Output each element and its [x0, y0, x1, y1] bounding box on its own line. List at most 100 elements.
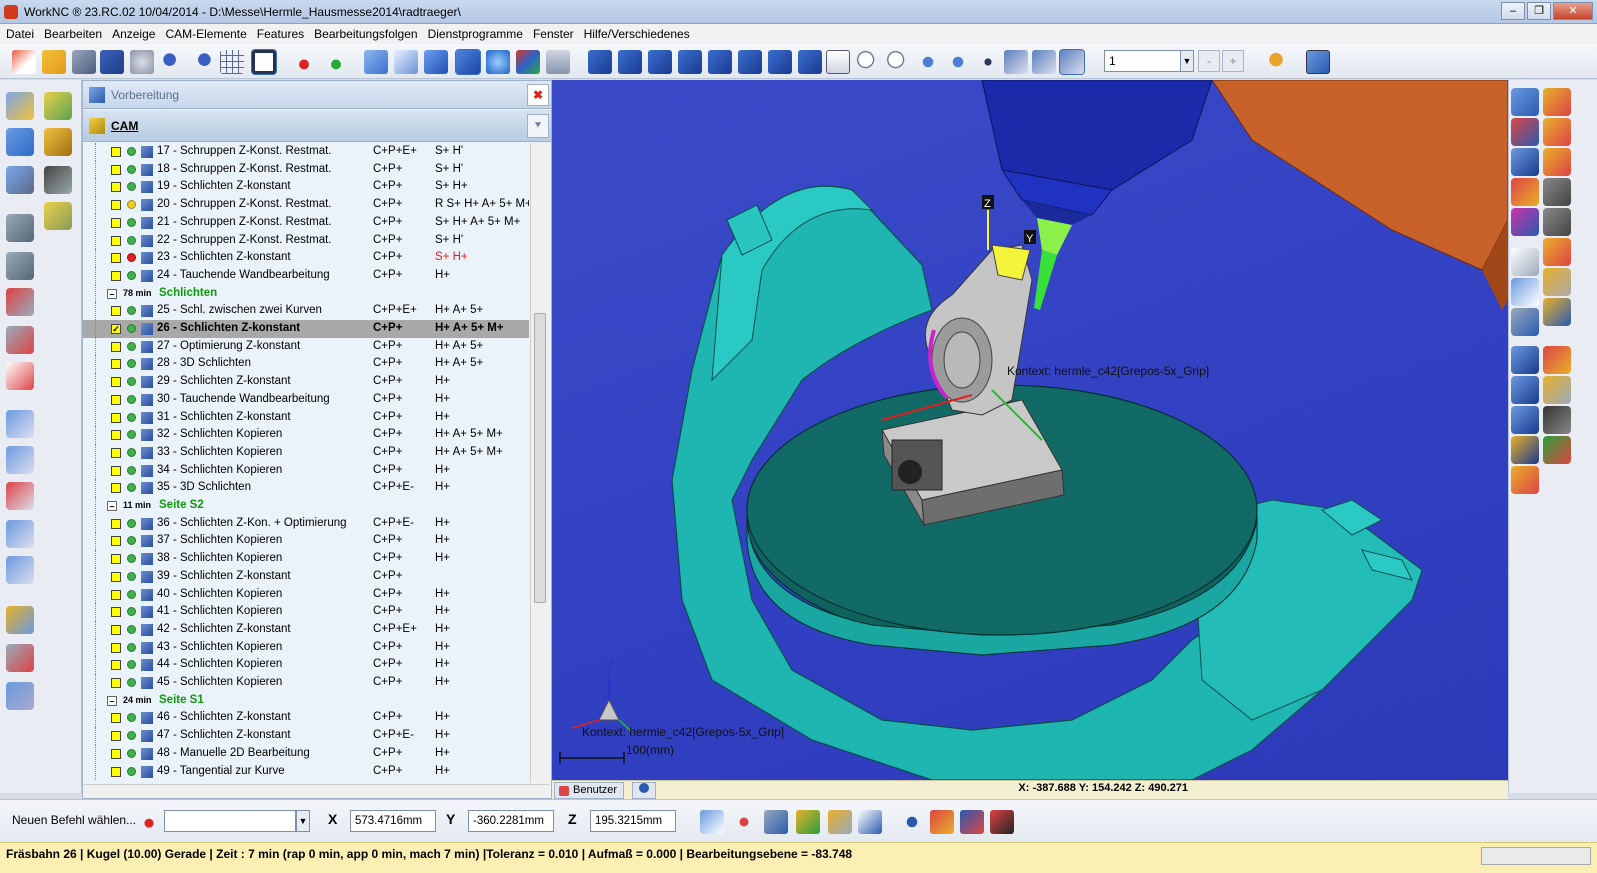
- maximize-button[interactable]: ❐: [1527, 2, 1551, 20]
- select-icon[interactable]: [700, 810, 724, 834]
- tree-horizontal-scrollbar[interactable]: [83, 784, 549, 798]
- menu-dienstprogramme[interactable]: Dienstprogramme: [428, 27, 523, 41]
- spin-minus-button[interactable]: -: [1198, 50, 1220, 72]
- tree-row[interactable]: 30 - Tauchende Wandbearbeitung C+P+ H+: [83, 390, 529, 409]
- a-tool-icon[interactable]: [6, 520, 34, 548]
- r-edit-4-icon[interactable]: [1543, 238, 1571, 266]
- scrollbar-thumb[interactable]: [534, 313, 546, 603]
- tree-row[interactable]: 22 - Schruppen Z-Konst. Restmat. C+P+ S+ H…: [83, 231, 529, 250]
- row-checkbox[interactable]: [111, 147, 121, 157]
- dimension-icon[interactable]: [858, 810, 882, 834]
- solid-1-icon[interactable]: [6, 214, 34, 242]
- tree-row[interactable]: 27 - Optimierung Z-konstant C+P+ H+ A+ 5+: [83, 337, 529, 356]
- curve-icon[interactable]: [6, 166, 34, 194]
- solid-4-icon[interactable]: [6, 288, 34, 316]
- tree-row[interactable]: 18 - Schruppen Z-Konst. Restmat. C+P+ S+ H…: [83, 160, 529, 179]
- r-edit-1-icon[interactable]: [1543, 88, 1571, 116]
- view-back-icon[interactable]: [738, 50, 762, 74]
- open-folder-icon[interactable]: [42, 50, 66, 74]
- tab-view-2[interactable]: [632, 782, 656, 799]
- command-input[interactable]: [164, 810, 296, 832]
- laptop-icon[interactable]: [44, 166, 72, 194]
- collapse-icon[interactable]: –: [107, 288, 117, 299]
- sphere-icon[interactable]: [486, 50, 510, 74]
- view-front-icon[interactable]: [708, 50, 732, 74]
- row-checkbox[interactable]: [111, 607, 121, 618]
- x-coordinate-input[interactable]: 573.4716mm: [350, 810, 436, 832]
- r-tool-icon[interactable]: [6, 482, 34, 510]
- row-checkbox[interactable]: [111, 430, 121, 441]
- tree-row[interactable]: 28 - 3D Schlichten C+P+ H+ A+ 5+: [83, 355, 529, 374]
- row-checkbox[interactable]: [111, 359, 121, 370]
- view-iso-1-icon[interactable]: [588, 50, 612, 74]
- r-chart-icon[interactable]: [1511, 278, 1539, 306]
- row-checkbox[interactable]: [111, 447, 121, 458]
- row-checkbox[interactable]: [111, 164, 121, 175]
- new-file-icon[interactable]: [12, 50, 36, 74]
- toolpath-new-icon[interactable]: [44, 128, 72, 156]
- row-checkbox[interactable]: [111, 660, 121, 671]
- row-checkbox[interactable]: [111, 200, 121, 211]
- menu-datei[interactable]: Datei: [6, 27, 34, 41]
- row-checkbox[interactable]: [111, 766, 121, 777]
- view-iso-2-icon[interactable]: [618, 50, 642, 74]
- row-checkbox[interactable]: [111, 536, 121, 547]
- row-checkbox[interactable]: [111, 518, 121, 529]
- tree-row[interactable]: 20 - Schruppen Z-Konst. Restmat. C+P+ R S+…: [83, 196, 529, 214]
- r-erase-icon[interactable]: [1511, 248, 1539, 276]
- axis-icon[interactable]: [292, 50, 316, 74]
- r-edit-2-icon[interactable]: [1543, 118, 1571, 146]
- r-cube-4-icon[interactable]: [1511, 178, 1539, 206]
- row-checkbox[interactable]: [111, 678, 121, 688]
- r-cube-5-icon[interactable]: [1511, 208, 1539, 236]
- shaded-cube-icon[interactable]: [424, 50, 448, 74]
- zoom-icon[interactable]: [886, 50, 910, 74]
- tree-row[interactable]: ✓ 26 - Schlichten Z-konstant C+P+ H+ A+ 5+ …: [83, 320, 529, 338]
- row-checkbox[interactable]: [111, 341, 121, 352]
- color-cube-icon[interactable]: [516, 50, 540, 74]
- 3d-viewport[interactable]: Z Y Kontext: hermle_c42[Grepos-5x_Grip] …: [552, 80, 1508, 780]
- row-checkbox[interactable]: [111, 253, 121, 264]
- r-wire-icon[interactable]: [1543, 178, 1571, 206]
- layout-icon[interactable]: [1306, 50, 1330, 74]
- tree-row[interactable]: 32 - Schlichten Kopieren C+P+ H+ A+ 5+ M+: [83, 426, 529, 444]
- tree-row[interactable]: 25 - Schl. zwischen zwei Kurven C+P+E+ H+ …: [83, 302, 529, 320]
- r-shape-icon[interactable]: [1543, 406, 1571, 434]
- collapse-icon[interactable]: –: [107, 501, 117, 511]
- row-checkbox[interactable]: [111, 713, 121, 724]
- snap-icon[interactable]: [732, 810, 756, 834]
- row-checkbox[interactable]: [111, 731, 121, 742]
- workzone-icon[interactable]: [6, 92, 34, 120]
- print-icon[interactable]: [130, 50, 154, 74]
- z-coordinate-input[interactable]: 195.3215mm: [590, 810, 676, 832]
- row-checkbox[interactable]: [111, 571, 121, 582]
- tree-row[interactable]: 37 - Schlichten Kopieren C+P+ H+: [83, 532, 529, 551]
- minimize-button[interactable]: –: [1501, 2, 1525, 20]
- r-cube-3-icon[interactable]: [1511, 148, 1539, 176]
- tree-row[interactable]: 17 - Schruppen Z-Konst. Restmat. C+P+E+ S+…: [83, 143, 529, 161]
- r-cube-2-icon[interactable]: [1511, 118, 1539, 146]
- redo-icon[interactable]: [190, 50, 214, 74]
- tree-row[interactable]: 23 - Schlichten Z-konstant C+P+ S+ H+: [83, 249, 529, 267]
- row-checkbox[interactable]: [111, 465, 121, 476]
- hidden-line-cube-icon[interactable]: [394, 50, 418, 74]
- save-icon[interactable]: [100, 50, 124, 74]
- panel-close-button[interactable]: ✖: [527, 84, 549, 106]
- command-dropdown[interactable]: ▼: [296, 810, 310, 832]
- edit-toolpath-icon[interactable]: [6, 606, 34, 634]
- r-edit-6-icon[interactable]: [1543, 298, 1571, 326]
- collapse-icon[interactable]: –: [107, 695, 117, 706]
- info-icon[interactable]: [900, 810, 924, 834]
- solid-2-icon[interactable]: [44, 202, 72, 230]
- y-coordinate-input[interactable]: -360.2281mm: [468, 810, 554, 832]
- tree-row[interactable]: 47 - Schlichten Z-konstant C+P+E- H+: [83, 727, 529, 745]
- row-checkbox[interactable]: [111, 306, 121, 317]
- section-icon[interactable]: [1004, 50, 1028, 74]
- tree-group[interactable]: –11 min Seite S2: [83, 497, 529, 515]
- menu-anzeige[interactable]: Anzeige: [112, 27, 155, 41]
- view-number-dropdown[interactable]: ▼: [1180, 50, 1194, 72]
- r-stack-icon[interactable]: [1511, 308, 1539, 336]
- s-tool-icon[interactable]: [6, 410, 34, 438]
- r-edit-5-icon[interactable]: [1543, 268, 1571, 296]
- axis-2-icon[interactable]: [324, 50, 348, 74]
